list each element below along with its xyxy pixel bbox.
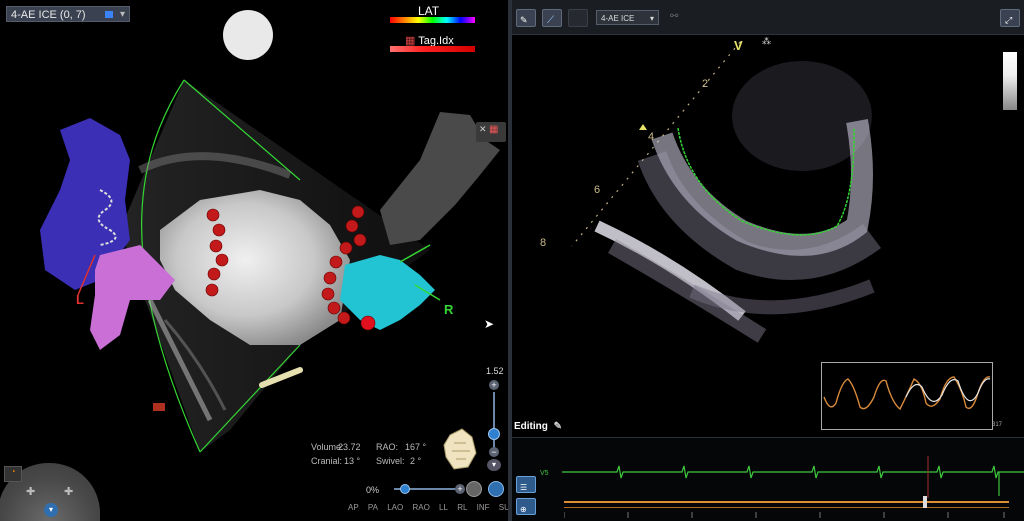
gray-scale-bar [1003, 52, 1017, 110]
tag-display-icon[interactable]: ✕ ▦ [476, 122, 506, 142]
timeline-bar[interactable] [564, 501, 1009, 503]
volume-value: 23.72 [338, 442, 361, 452]
editing-label: Editing [514, 421, 548, 432]
editing-status: Editing ✎ [514, 421, 562, 432]
echo-view-value: 4-AE ICE [601, 14, 635, 23]
transparency-value: 0% [366, 485, 380, 495]
mouse-cursor-icon: ➤ [484, 317, 495, 331]
probe-orientation-icon: ⁂ [762, 36, 771, 46]
rao-label: RAO: [376, 442, 399, 452]
view-ll[interactable]: LL [439, 503, 448, 512]
zoom-slider-handle[interactable] [488, 428, 500, 440]
expand-icon[interactable]: ⤢ [1000, 9, 1020, 27]
compass-down-icon[interactable]: ▾ [44, 503, 58, 517]
reset-view-icon[interactable]: ▾ [487, 459, 501, 471]
zoom-slider-track[interactable] [493, 392, 495, 452]
cranial-value: 13 ° [344, 456, 361, 466]
echo-view-dropdown[interactable]: 4-AE ICE ▾ [596, 10, 659, 25]
echo-toolbar: ✎ ⟋ 4-AE ICE ▾ ⚯ ⤢ [512, 0, 1024, 35]
lat-legend-label: LAT [418, 4, 440, 18]
tool-left-icon[interactable]: ✚ [26, 485, 35, 498]
apex-marker: V [734, 38, 743, 53]
map-selector-dropdown[interactable]: 4-AE ICE (0, 7) ▾ [6, 6, 130, 22]
depth-mark-4: 4 [648, 131, 655, 143]
anatomy-3d-model[interactable] [0, 0, 508, 521]
map-view-panel[interactable]: 4-AE ICE (0, 7) ▾ LAT ▦ Tag.Idx ✕ ▦ L R … [0, 0, 508, 521]
swivel-value: 2 ° [410, 456, 422, 466]
depth-mark-8: 8 [540, 237, 547, 249]
motion-waveform [821, 362, 993, 430]
timeline-cursor[interactable] [923, 496, 927, 508]
depth-mark-6: 6 [594, 184, 601, 196]
map-selector-value: 4-AE ICE (0, 7) [11, 9, 86, 21]
transparency-slider-handle[interactable] [400, 484, 410, 494]
mini-plot-label: 317 [992, 422, 1003, 428]
orientation-right-letter: R [444, 302, 454, 317]
view-lao[interactable]: LAO [387, 503, 403, 512]
view-sup[interactable]: SUP [499, 503, 508, 512]
chevron-down-icon: ▾ [119, 9, 125, 20]
swivel-label: Swivel: [376, 456, 405, 466]
rao-value: 167 ° [405, 442, 427, 452]
ecg-record-icon[interactable]: ⊕ [516, 498, 536, 515]
tag-color-bar [390, 46, 475, 52]
chevron-down-icon: ▾ [649, 14, 654, 23]
app-logo-icon[interactable]: ◔ [4, 466, 22, 482]
contour-tool-icon[interactable]: ⟋ [542, 9, 562, 27]
probe-icon[interactable]: ✎ [516, 9, 536, 27]
tool-right-icon[interactable]: ✚ [64, 485, 73, 498]
ecg-strip[interactable]: V5 ☰ ⊕ [512, 437, 1024, 521]
view-inf[interactable]: INF [477, 503, 490, 512]
light-source-icon[interactable] [223, 10, 273, 60]
depth-mark-2: 2 [702, 78, 709, 90]
orientation-left-letter: L [76, 292, 84, 307]
transparency-plus-button[interactable]: + [455, 484, 465, 494]
timeline-bar-secondary [564, 507, 1009, 508]
view-preset-buttons: AP PA LAO RAO LL RL INF SUP [348, 503, 508, 512]
view-ap[interactable]: AP [348, 503, 359, 512]
zoom-out-button[interactable]: − [489, 447, 499, 457]
zoom-value: 1.52 [486, 366, 504, 376]
view-options-icon[interactable] [488, 481, 504, 497]
map-tag-icon [105, 11, 113, 18]
ecg-lead-label: V5 [540, 470, 549, 477]
heart-orientation-icon[interactable] [440, 425, 480, 471]
tag-tool-icon[interactable] [568, 9, 588, 27]
ultrasound-panel: ✎ ⟋ 4-AE ICE ▾ ⚯ ⤢ V ⁂ 2 4 6 8 317 Editi… [512, 0, 1024, 521]
view-rao[interactable]: RAO [412, 503, 429, 512]
lat-color-bar [390, 17, 475, 23]
shading-sphere-icon[interactable] [466, 481, 482, 497]
cranial-label: Cranial: [311, 456, 343, 466]
view-pa[interactable]: PA [368, 503, 378, 512]
anatomy-cyan [340, 255, 435, 330]
zoom-in-button[interactable]: + [489, 380, 499, 390]
pencil-icon[interactable]: ✎ [554, 421, 562, 432]
view-rl[interactable]: RL [457, 503, 467, 512]
link-icon[interactable]: ⚯ [670, 11, 678, 22]
ecg-settings-icon[interactable]: ☰ [516, 476, 536, 493]
